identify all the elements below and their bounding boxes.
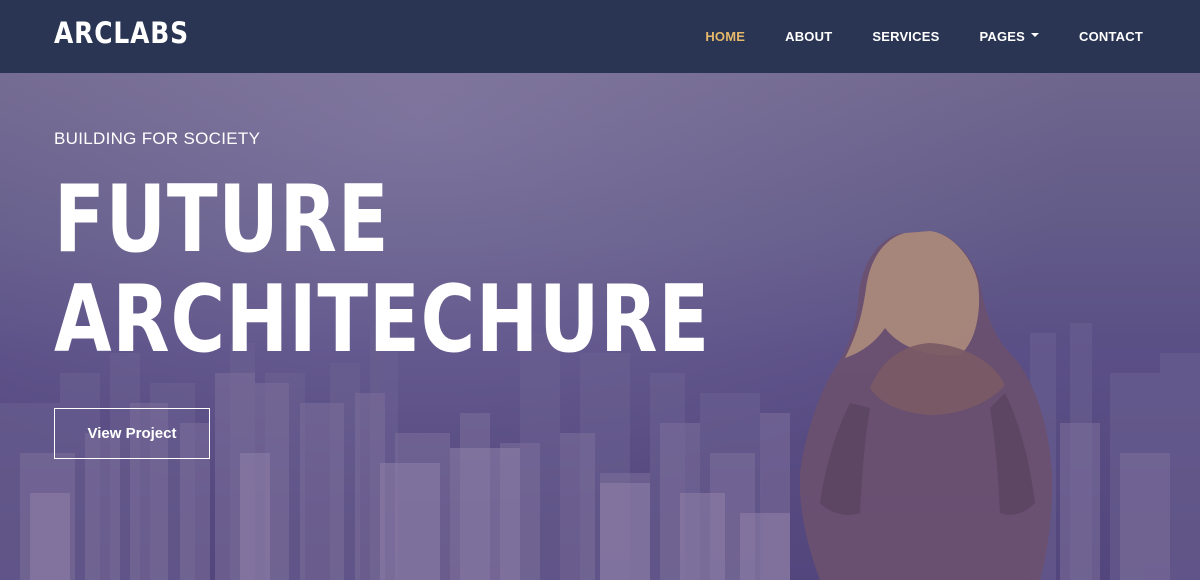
nav-item-about[interactable]: ABOUT — [785, 29, 832, 44]
hero-headline-line1: FUTURE — [54, 165, 390, 273]
hero-section: BUILDING FOR SOCIETY FUTURE ARCHITECHURE… — [0, 73, 1200, 580]
hero-headline: FUTURE ARCHITECHURE — [54, 169, 710, 369]
nav-item-pages[interactable]: PAGES — [979, 29, 1040, 44]
nav-item-contact[interactable]: CONTACT — [1079, 29, 1143, 44]
woman-figure — [799, 231, 1052, 580]
caret-down-icon — [1031, 32, 1040, 37]
brand-logo[interactable]: ARCLABS — [54, 16, 189, 50]
nav-item-services[interactable]: SERVICES — [872, 29, 939, 44]
hero-headline-line2: ARCHITECHURE — [54, 265, 710, 373]
navbar: ARCLABS HOME ABOUT SERVICES PAGES CONTAC… — [0, 0, 1200, 73]
nav-item-pages-label: PAGES — [979, 29, 1026, 44]
nav-menu: HOME ABOUT SERVICES PAGES CONTACT — [665, 0, 1143, 73]
view-project-button[interactable]: View Project — [54, 408, 210, 459]
nav-item-home[interactable]: HOME — [705, 29, 745, 44]
hero-eyebrow: BUILDING FOR SOCIETY — [54, 129, 261, 148]
